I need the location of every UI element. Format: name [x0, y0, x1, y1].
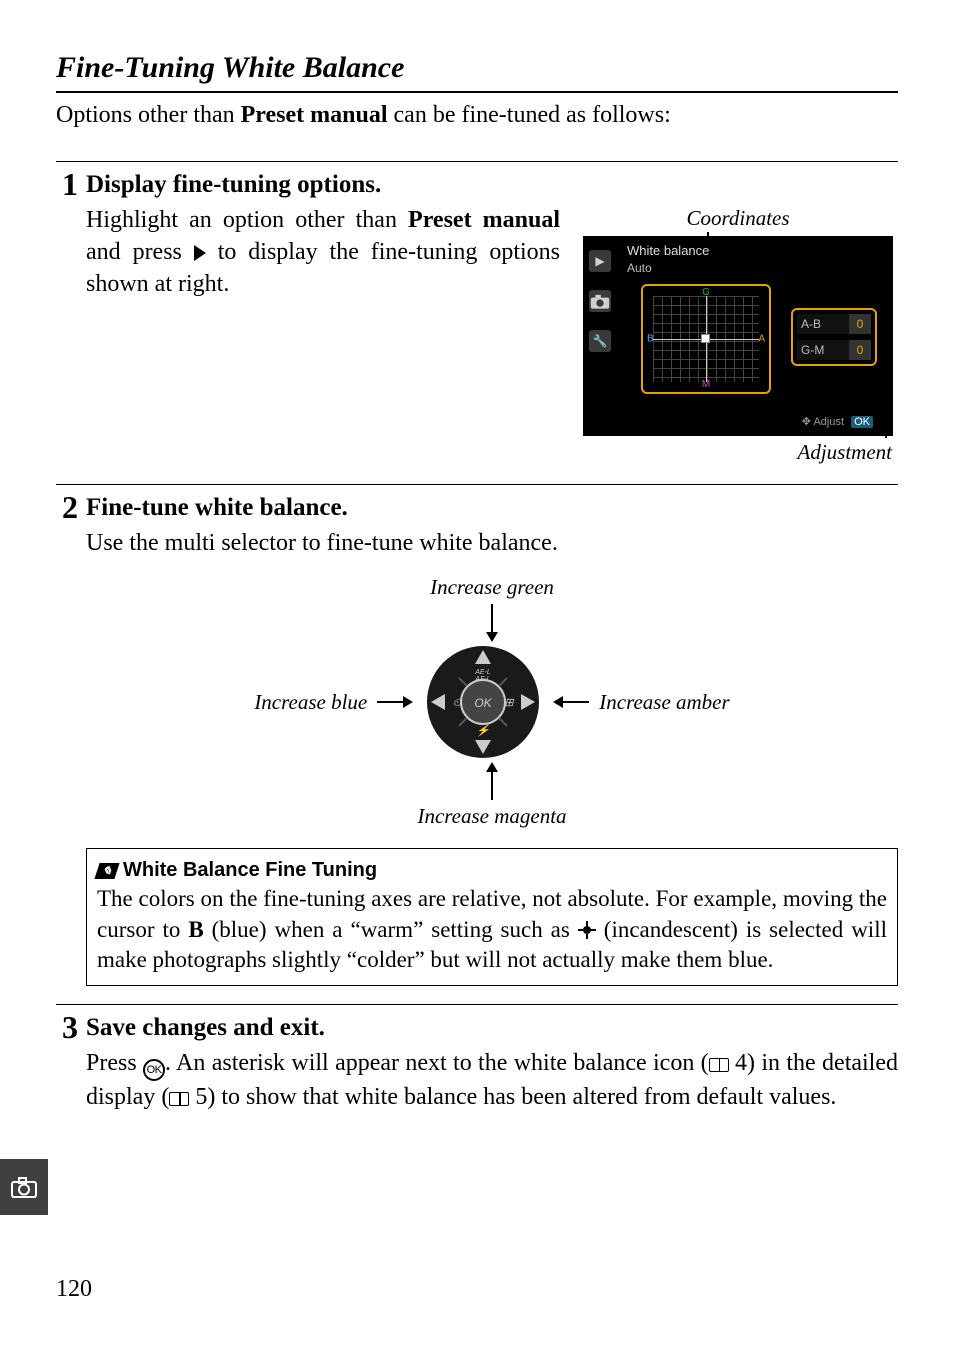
- intro-pre: Options other than: [56, 102, 241, 128]
- diagram-label-up: Increase green: [430, 573, 554, 601]
- arrow-down-shaft: [491, 772, 493, 800]
- section-title: Fine-Tuning White Balance: [56, 48, 898, 93]
- page-number: 120: [56, 1273, 92, 1305]
- diagram-label-left: Increase blue: [254, 688, 367, 716]
- camera-screen-title: White balance: [627, 242, 709, 260]
- svg-text:⏲: ⏲: [453, 697, 463, 709]
- step-2-heading: Fine-tune white balance.: [86, 491, 898, 525]
- arrow-down-head: [486, 762, 498, 772]
- note-body: The colors on the fine-tuning axes are r…: [97, 884, 887, 975]
- svg-text:⚡: ⚡: [476, 724, 491, 737]
- arrow-up-head: [486, 632, 498, 642]
- note-title: ✎White Balance Fine Tuning: [97, 857, 887, 884]
- step-1: 1 Display fine-tuning options. Highlight…: [56, 161, 898, 466]
- gm-row: G-M 0: [797, 340, 871, 360]
- grid-cursor: [701, 334, 710, 343]
- camera-footer-pad-icon: ✥: [802, 416, 811, 428]
- step-2-body: Use the multi selector to fine-tune whit…: [86, 527, 898, 559]
- intro-text: Options other than Preset manual can be …: [56, 99, 898, 131]
- arrow-right: [553, 696, 589, 708]
- adjustment-callout-line-v: [885, 328, 887, 438]
- step-1-number: 1: [56, 168, 78, 466]
- arrow-left: [377, 696, 413, 708]
- note-body-mid: (blue) when a “warm” setting such as: [204, 917, 578, 942]
- play-tab-icon: ▶: [589, 250, 611, 272]
- step-1-body-pre: Highlight an option other than: [86, 207, 408, 233]
- step-3-body: Press OK. An asterisk will appear next t…: [86, 1047, 898, 1114]
- ab-key: A-B: [797, 314, 825, 334]
- camera-footer-ok: OK: [851, 416, 873, 428]
- svg-text:⊞: ⊞: [505, 697, 515, 709]
- intro-bold: Preset manual: [241, 102, 388, 128]
- step-1-heading: Display fine-tuning options.: [86, 168, 898, 202]
- grid-label-a: A: [758, 332, 765, 346]
- wrench-tab-icon: 🔧: [589, 330, 611, 352]
- arrow-up-shaft: [491, 604, 493, 632]
- chapter-tab: [0, 1159, 48, 1215]
- camera-tab-icon-side: [11, 1176, 37, 1198]
- right-arrow-icon: [194, 245, 206, 261]
- svg-text:AE-L: AE-L: [474, 669, 491, 676]
- svg-text:OK: OK: [475, 696, 493, 710]
- ab-row: A-B 0: [797, 314, 871, 334]
- step-1-body-bold: Preset manual: [408, 207, 560, 233]
- note-icon: ✎: [94, 863, 119, 879]
- multi-selector-diagram: Increase green Increase blue OK: [86, 573, 898, 830]
- step-3-number: 3: [56, 1011, 78, 1114]
- step-2: 2 Fine-tune white balance. Use the multi…: [56, 484, 898, 986]
- step-1-body: Highlight an option other than Preset ma…: [86, 204, 560, 301]
- note-title-text: White Balance Fine Tuning: [123, 859, 377, 881]
- coordinates-label: Coordinates: [578, 204, 898, 232]
- ab-value: 0: [849, 314, 871, 334]
- svg-text:AF-L: AF-L: [475, 676, 491, 683]
- step-1-body-mid: and press: [86, 239, 194, 265]
- multi-selector-icon: OK AE-L AF-L ⏲ ⊞ ⚡: [423, 642, 543, 762]
- step-1-figure: Coordinates White balance Auto ▶ 🔧: [578, 204, 898, 467]
- step-3: 3 Save changes and exit. Press OK. An as…: [56, 1004, 898, 1114]
- camera-footer-adjust: Adjust: [813, 416, 844, 428]
- gm-key: G-M: [797, 340, 828, 360]
- camera-screen-subtitle: Auto: [627, 260, 652, 276]
- adjustment-label: Adjustment: [578, 438, 898, 466]
- page-ref-icon-2: [169, 1092, 189, 1106]
- gm-value: 0: [849, 340, 871, 360]
- note-body-b: B: [188, 917, 203, 942]
- wb-grid: G M B A: [641, 284, 771, 394]
- page-ref-icon-1: [709, 1058, 729, 1072]
- diagram-label-down: Increase magenta: [417, 802, 566, 830]
- step-3-pre: Press: [86, 1050, 143, 1076]
- camera-tab-icon: [589, 290, 611, 312]
- diagram-label-right: Increase amber: [599, 688, 729, 716]
- step-3-heading: Save changes and exit.: [86, 1011, 898, 1045]
- ok-button-icon: OK: [143, 1059, 165, 1081]
- note-box: ✎White Balance Fine Tuning The colors on…: [86, 848, 898, 986]
- camera-side-tabs: ▶ 🔧: [583, 250, 617, 352]
- intro-post: can be fine-tuned as follows:: [388, 102, 671, 128]
- camera-footer: ✥ Adjust OK: [802, 415, 873, 430]
- adjustment-readout: A-B 0 G-M 0: [791, 308, 877, 366]
- incandescent-icon: [578, 921, 596, 939]
- step-3-mid1: . An asterisk will appear next to the wh…: [165, 1050, 709, 1076]
- step-3-ref2: 5) to show that white balance has been a…: [189, 1084, 836, 1110]
- camera-screen: White balance Auto ▶ 🔧 G M B: [583, 236, 893, 436]
- step-2-number: 2: [56, 491, 78, 986]
